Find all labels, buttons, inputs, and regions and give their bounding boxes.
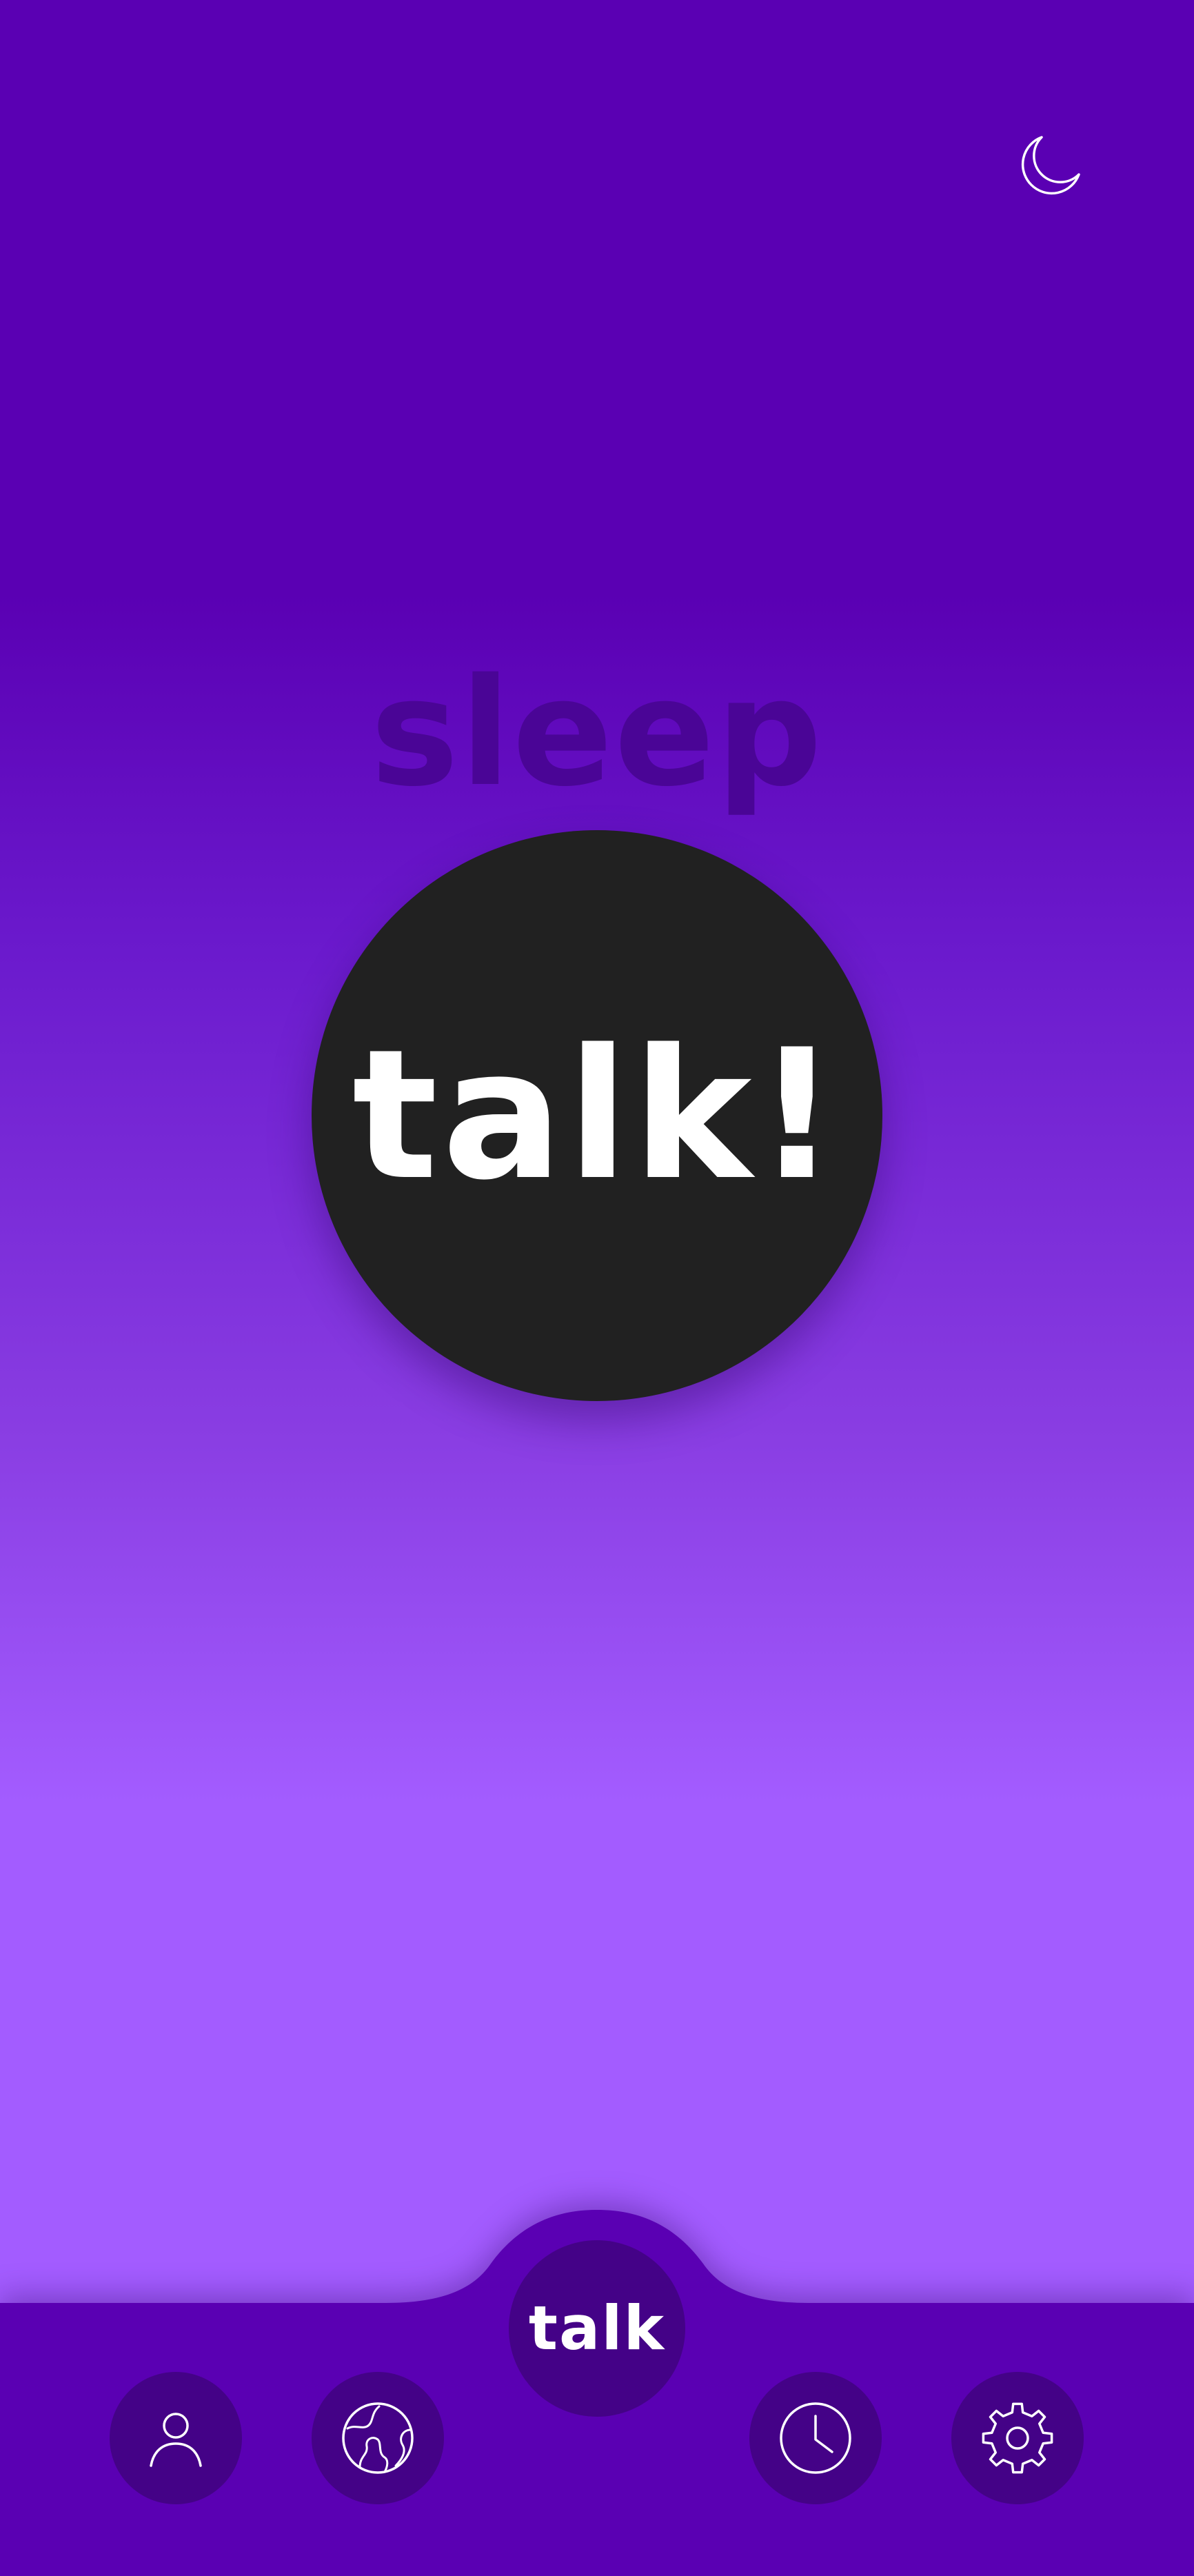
person-icon <box>143 2405 209 2471</box>
bottom-nav: talk <box>0 2210 1194 2576</box>
gear-icon <box>980 2400 1055 2476</box>
talk-button-label: talk! <box>352 1012 842 1220</box>
nav-talk-button[interactable]: talk <box>509 2240 685 2417</box>
nav-profile-button[interactable] <box>110 2372 242 2504</box>
nav-history-button[interactable] <box>749 2372 882 2504</box>
nav-globe-button[interactable] <box>312 2372 444 2504</box>
theme-toggle-button[interactable] <box>1012 130 1088 205</box>
talk-button[interactable]: talk! <box>312 830 882 1401</box>
globe-icon <box>339 2399 416 2477</box>
nav-settings-button[interactable] <box>951 2372 1084 2504</box>
clock-icon <box>777 2399 854 2477</box>
nav-talk-label: talk <box>528 2293 666 2364</box>
mode-label: sleep <box>370 646 824 819</box>
moon-icon <box>1015 132 1084 203</box>
